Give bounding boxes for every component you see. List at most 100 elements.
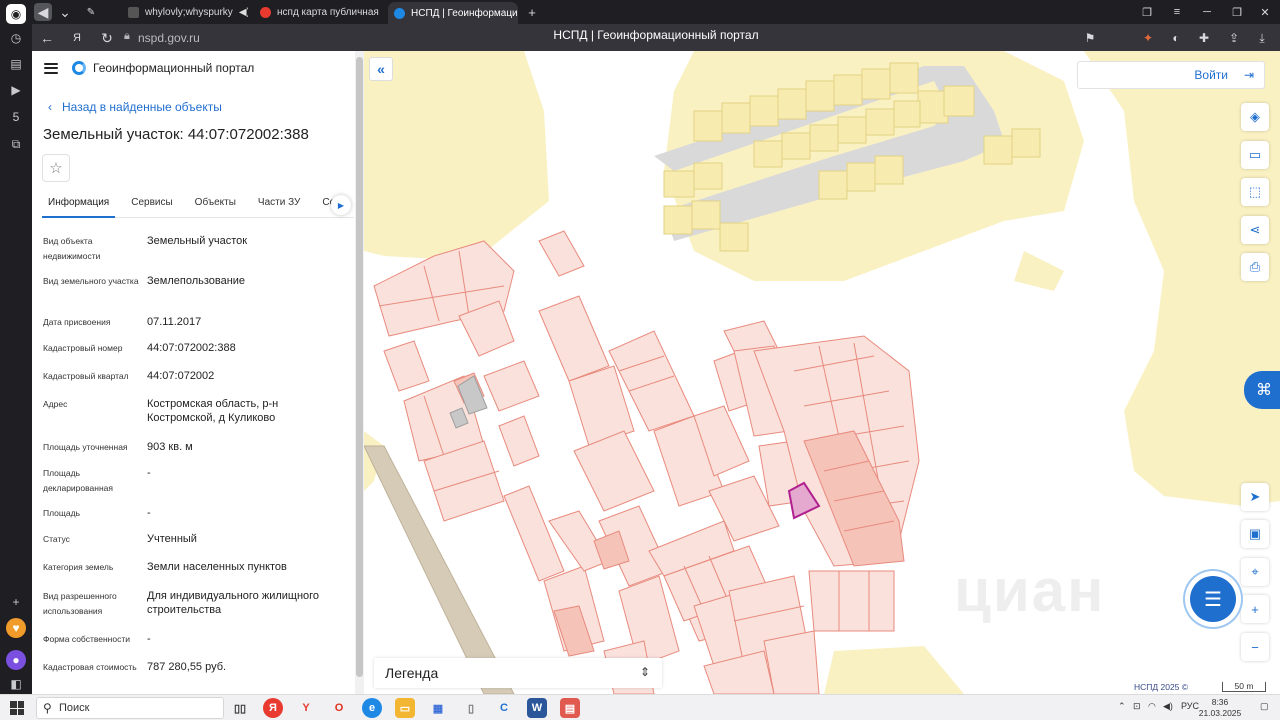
property-label: Статус: [43, 534, 70, 544]
layers-icon[interactable]: ◈: [1241, 103, 1269, 131]
audio-tab-icon[interactable]: ◀: [34, 3, 52, 21]
document-icon[interactable]: ▯: [461, 698, 481, 718]
chat-button[interactable]: ☰: [1190, 576, 1236, 622]
chevron-updown-icon: ⇕: [639, 665, 650, 679]
download-icon[interactable]: ⤓: [1254, 30, 1270, 46]
feedback-side-tab[interactable]: ⌘: [1244, 371, 1280, 409]
property-value: Учтенный: [147, 533, 197, 545]
property-label: Вид объекта недвижимости: [43, 236, 101, 261]
minimize-icon[interactable]: ─: [1198, 3, 1216, 21]
yandex-favicon-icon: [260, 6, 271, 18]
tab-search-nspd[interactable]: нспд карта публичная кад: [254, 2, 382, 22]
back-to-results-link[interactable]: ‹ Назад в найденные объекты: [48, 100, 222, 114]
screenshot-icon[interactable]: ⧉: [6, 134, 26, 154]
menu-icon[interactable]: ≡: [1168, 3, 1186, 21]
pdf-icon[interactable]: ▤: [560, 698, 580, 718]
zoom-in-icon[interactable]: +: [1241, 595, 1269, 623]
scrollbar-thumb[interactable]: [356, 57, 363, 677]
alice-icon[interactable]: ●: [6, 650, 26, 670]
file-explorer-icon[interactable]: ▭: [395, 698, 415, 718]
print-icon[interactable]: ⎙: [1241, 253, 1269, 281]
add-panel-icon[interactable]: +: [6, 592, 26, 612]
task-view-icon[interactable]: ▯▯: [230, 698, 250, 718]
map-canvas[interactable]: [364, 51, 1280, 694]
property-label: Площадь декларированная: [43, 468, 113, 493]
share-page-icon[interactable]: ⇪: [1226, 30, 1242, 46]
collections-icon[interactable]: ▤: [6, 54, 26, 74]
property-value: 44:07:072002:388: [147, 342, 236, 354]
volume-icon[interactable]: ◀): [1163, 701, 1173, 712]
close-window-icon[interactable]: ✕: [1256, 3, 1274, 21]
legend-panel[interactable]: Легенда ⇕: [374, 658, 662, 688]
tab-label: whylovly;whyspurky: [145, 6, 233, 18]
nspd-favicon-icon: [394, 7, 405, 19]
favorite-star-icon[interactable]: ☆: [42, 154, 70, 182]
property-value: -: [147, 633, 151, 645]
yandex-browser-logo-icon[interactable]: ◉: [6, 4, 26, 24]
yandex-app-icon[interactable]: Я: [263, 698, 283, 718]
tab-information[interactable]: Информация: [42, 192, 116, 218]
collections-bookmark-icon[interactable]: ❐: [1138, 3, 1156, 21]
tab-services[interactable]: Сервисы: [125, 192, 178, 218]
vpn-icon[interactable]: ◐: [1168, 30, 1184, 46]
property-value: 787 280,55 руб.: [147, 661, 227, 673]
network-icon[interactable]: ⊡: [1133, 701, 1141, 712]
cian-watermark: циан: [954, 557, 1106, 624]
tray-chevron-icon[interactable]: ⌃: [1118, 701, 1126, 712]
extension-icon[interactable]: ✦: [1140, 30, 1156, 46]
taskbar-search-field[interactable]: ⚲ Поиск: [36, 697, 224, 719]
media-icon[interactable]: ▶: [6, 80, 26, 100]
browser-sidebar: ◉ ◷ ▤ ▶ 5 ⧉ + ♥ ● ◧: [0, 0, 32, 694]
five-icon[interactable]: 5: [6, 107, 26, 127]
clock-time: 8:36: [1211, 697, 1229, 707]
property-label: Дата присвоения: [43, 317, 111, 327]
wifi-icon[interactable]: ◠: [1148, 701, 1156, 712]
zone-area: [1014, 251, 1064, 291]
cadastral-map[interactable]: циан « Войти ⇥ ◈ ▭ ⬚ ⋖ ⎙ ⌘ ➤ ▣ ⌖ + − ☰ Л…: [364, 51, 1280, 694]
pinned-tab-icon[interactable]: ✎: [82, 3, 100, 21]
tab-label: нспд карта публичная кад: [277, 6, 382, 18]
zoom-out-icon[interactable]: −: [1241, 633, 1269, 661]
tab-parcel-parts[interactable]: Части ЗУ: [252, 192, 306, 218]
yandex-browser-icon[interactable]: Y: [296, 698, 316, 718]
clock[interactable]: 8:36 21.03.2025: [1198, 697, 1242, 719]
windows-start-icon[interactable]: [10, 701, 24, 715]
history-icon[interactable]: ◷: [6, 28, 26, 48]
notifications-icon[interactable]: ▢: [1260, 701, 1269, 712]
tabs-dropdown-icon[interactable]: ⌄: [56, 3, 74, 21]
geo-search-icon[interactable]: ⌖: [1241, 558, 1269, 586]
word-icon[interactable]: W: [527, 698, 547, 718]
speaker-icon[interactable]: ◀): [239, 7, 248, 18]
locate-me-icon[interactable]: ➤: [1241, 483, 1269, 511]
ruler-icon[interactable]: ▭: [1241, 141, 1269, 169]
language-indicator[interactable]: РУС: [1181, 701, 1199, 711]
property-value: Землепользование: [147, 275, 246, 287]
edge-icon[interactable]: e: [362, 698, 382, 718]
login-button[interactable]: Войти ⇥: [1077, 61, 1265, 89]
sidebar-toggle-icon[interactable]: ◧: [6, 674, 26, 694]
zone-area: [364, 51, 549, 261]
share-icon[interactable]: ⋖: [1241, 216, 1269, 244]
network-app-icon[interactable]: ▦: [428, 698, 448, 718]
property-label: Форма собственности: [43, 634, 130, 644]
new-tab-icon[interactable]: +: [523, 3, 541, 21]
minimap-icon[interactable]: ▣: [1241, 520, 1269, 548]
opera-icon[interactable]: O: [329, 698, 349, 718]
hamburger-menu-icon[interactable]: [44, 62, 58, 74]
puzzle-icon[interactable]: ✚: [1196, 30, 1212, 46]
property-label: Кадастровый номер: [43, 343, 123, 353]
restore-icon[interactable]: ❐: [1228, 3, 1246, 21]
tab-objects[interactable]: Объекты: [189, 192, 242, 218]
site-name: Геоинформационный портал: [93, 61, 255, 75]
tabs-scroll-right-icon[interactable]: ▶: [331, 195, 351, 215]
collapse-panel-button[interactable]: «: [369, 57, 393, 81]
bookmark-icon[interactable]: ⚑: [1082, 30, 1098, 46]
login-label: Войти: [1194, 68, 1228, 82]
nspd-app-icon[interactable]: C: [494, 698, 514, 718]
property-value: 44:07:072002: [147, 370, 215, 382]
select-area-icon[interactable]: ⬚: [1241, 178, 1269, 206]
heart-app-icon[interactable]: ♥: [6, 618, 26, 638]
tab-nspd-active[interactable]: НСПД | Геоинформацио ✕: [388, 2, 518, 24]
panel-scrollbar[interactable]: [355, 51, 364, 694]
tab-whylovly[interactable]: whylovly;whyspurky ◀) ✕: [122, 2, 248, 22]
